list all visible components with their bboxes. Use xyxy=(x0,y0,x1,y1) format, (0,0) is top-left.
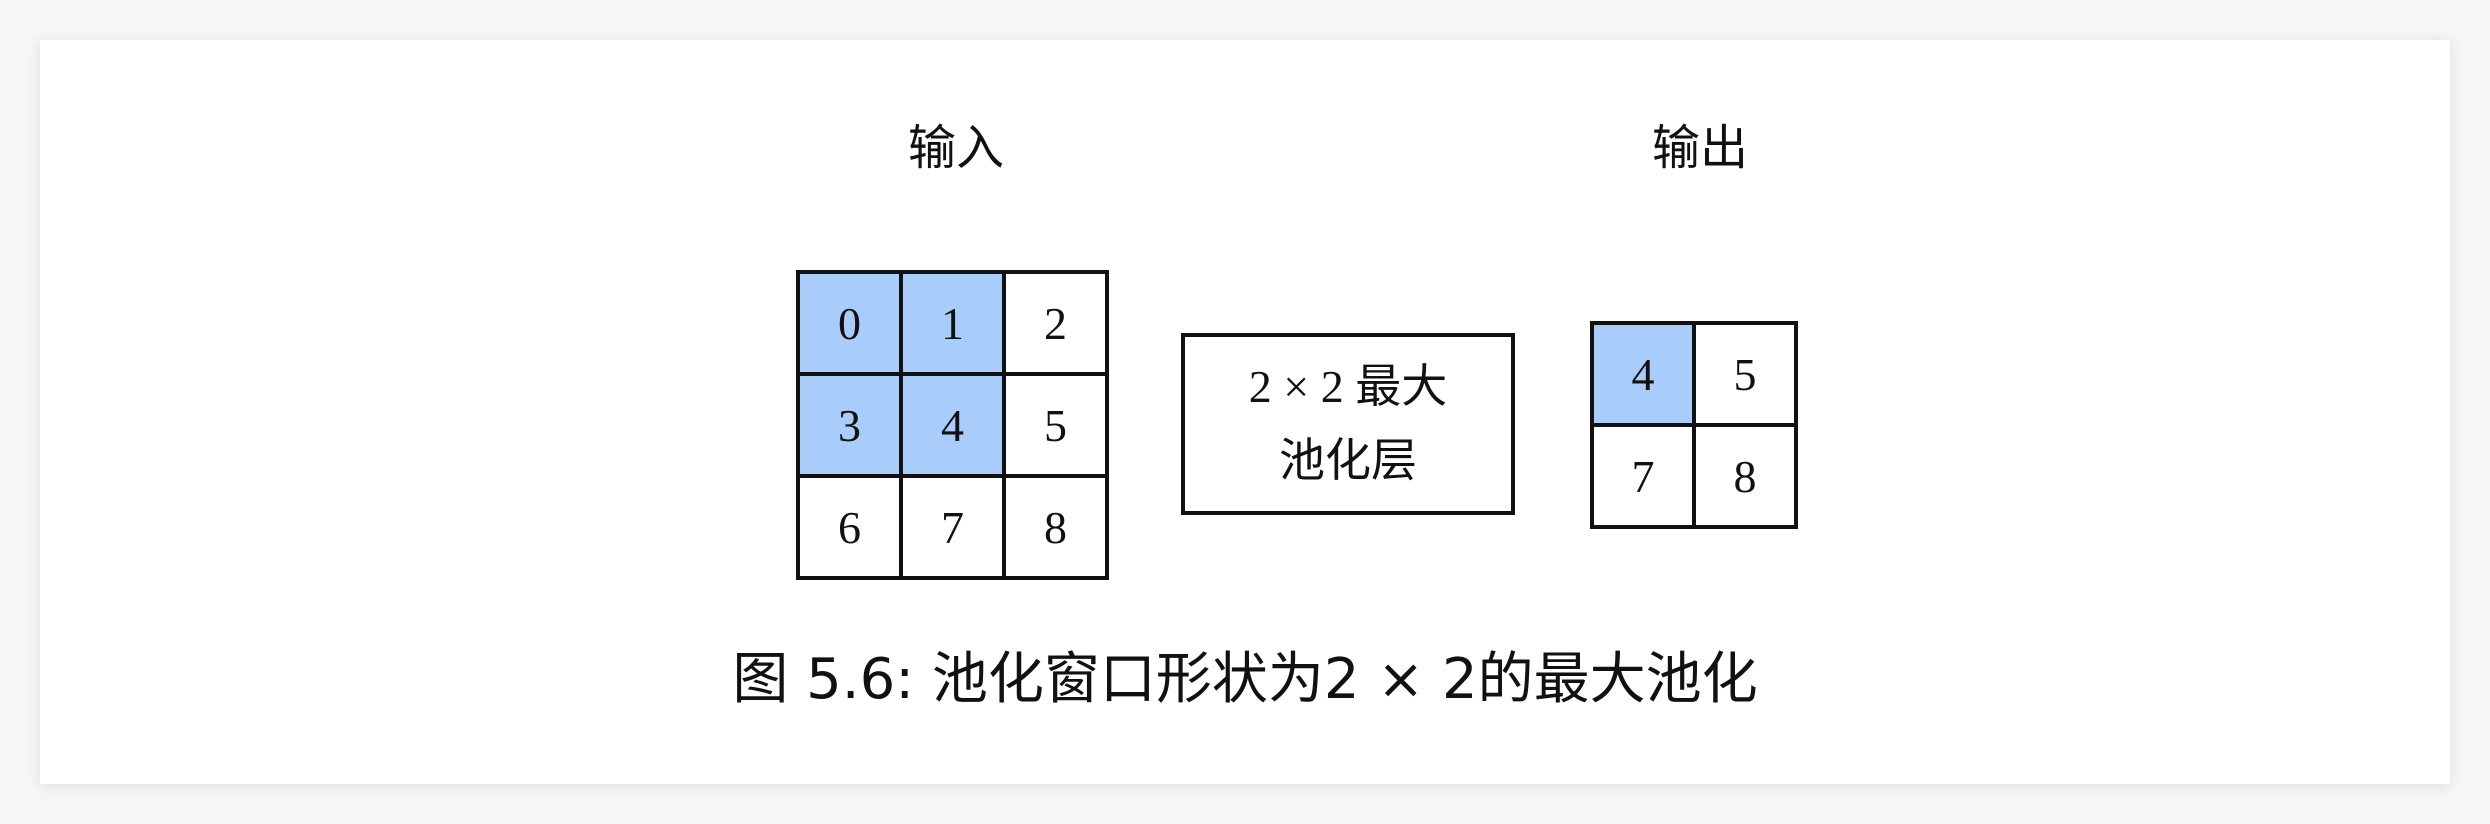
input-grid: 0 1 2 3 4 5 6 7 8 xyxy=(796,270,1109,580)
figure-caption: 图 5.6: 池化窗口形状为2 × 2的最大池化 xyxy=(732,647,1758,712)
input-cell: 0 xyxy=(800,274,899,372)
output-grid: 4 5 7 8 xyxy=(1590,321,1798,529)
input-cell: 2 xyxy=(1006,274,1105,372)
output-label: 输出 xyxy=(1651,120,1748,176)
output-cell: 4 xyxy=(1594,325,1692,423)
output-cell: 7 xyxy=(1594,427,1692,525)
input-cell: 8 xyxy=(1006,478,1105,576)
input-cell: 1 xyxy=(903,274,1002,372)
pool-box-line1: 2 × 2 最大 xyxy=(1248,361,1448,413)
output-cell: 5 xyxy=(1696,325,1794,423)
input-cell: 3 xyxy=(800,376,899,474)
input-cell: 5 xyxy=(1006,376,1105,474)
pool-box-line2: 池化层 xyxy=(1279,433,1417,487)
input-cell: 4 xyxy=(903,376,1002,474)
output-cell: 8 xyxy=(1696,427,1794,525)
max-pooling-layer-box: 2 × 2 最大 池化层 xyxy=(1181,333,1515,515)
input-cell: 7 xyxy=(903,478,1002,576)
input-cell: 6 xyxy=(800,478,899,576)
input-label: 输入 xyxy=(907,120,1004,176)
figure-card: 输入 输出 0 1 2 3 4 5 6 7 8 2 × 2 最大 池化层 4 5… xyxy=(40,40,2450,784)
